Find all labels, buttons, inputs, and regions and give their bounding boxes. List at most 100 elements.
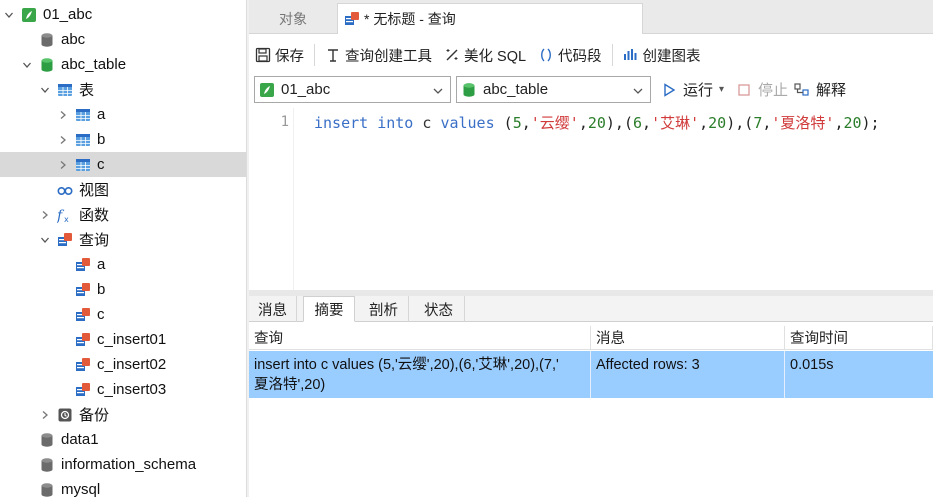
column-header-query-label: 查询 — [254, 331, 283, 347]
tab-objects[interactable]: 对象 — [249, 3, 337, 34]
message-cell-text: Affected rows: 3 — [596, 357, 700, 373]
chevron-down-icon[interactable] — [39, 234, 51, 246]
sidebar-item-mysql[interactable]: mysql — [0, 477, 246, 497]
sidebar-item-01_abc[interactable]: 01_abc — [0, 2, 246, 27]
tables-folder-icon — [57, 82, 73, 98]
beautify-sql-button[interactable]: 美化 SQL — [438, 42, 532, 68]
chevron-right-icon[interactable] — [57, 134, 69, 146]
sidebar-item-abc_table[interactable]: abc_table — [0, 52, 246, 77]
chevron-right-icon[interactable] — [39, 409, 51, 421]
selector-bar: 01_abc abc_table 运行 ▾ 停止 解释 — [249, 76, 933, 104]
sidebar-item-c[interactable]: c — [0, 152, 246, 177]
sql-token-id: c — [413, 114, 441, 132]
sidebar-item-label: mysql — [61, 481, 101, 497]
stop-button[interactable]: 停止 — [736, 76, 788, 103]
run-dropdown-icon[interactable]: ▾ — [719, 84, 724, 95]
database-gray-icon — [39, 32, 55, 48]
tab-summary[interactable]: 摘要 — [303, 296, 355, 322]
sidebar-item-data1[interactable]: data1 — [0, 427, 246, 452]
chevron-right-icon[interactable] — [57, 109, 69, 121]
sidebar-item-c_insert03[interactable]: c_insert03 — [0, 377, 246, 402]
chevron-down-icon[interactable] — [39, 84, 51, 96]
database-select[interactable]: abc_table — [456, 76, 651, 103]
sidebar-item-[interactable]: 查询 — [0, 227, 246, 252]
tab-status[interactable]: 状态 — [413, 296, 465, 322]
sidebar-item-label: a — [97, 106, 106, 123]
column-header-message[interactable]: 消息 — [591, 326, 785, 350]
sidebar-item-information_schema[interactable]: information_schema — [0, 452, 246, 477]
column-header-query[interactable]: 查询 — [249, 326, 591, 350]
sql-editor[interactable]: 1 insert into c values (5,'云缨',20),(6,'艾… — [249, 108, 933, 290]
tab-profile[interactable]: 剖析 — [359, 296, 409, 322]
sidebar-item-label: c_insert03 — [97, 381, 167, 398]
backup-icon — [57, 407, 73, 423]
sidebar-item-[interactable]: 备份 — [0, 402, 246, 427]
query-editor-panel: 对象 * 无标题 - 查询 保存 查询创建工具 美化 SQL 代码段 创建图表 … — [249, 0, 933, 497]
sql-code-line[interactable]: insert into c values (5,'云缨',20),(6,'艾琳'… — [314, 112, 880, 133]
stop-label: 停止 — [758, 82, 789, 99]
tab-objects-label: 对象 — [279, 10, 307, 27]
create-chart-button[interactable]: 创建图表 — [617, 42, 707, 68]
sidebar-item-c_insert01[interactable]: c_insert01 — [0, 327, 246, 352]
sidebar-item-abc[interactable]: abc — [0, 27, 246, 52]
sql-token-num: 20 — [587, 114, 606, 132]
sql-token-pn: ),( — [605, 114, 633, 132]
tab-bar: 对象 * 无标题 - 查询 — [249, 0, 933, 34]
sidebar-item-[interactable]: 视图 — [0, 177, 246, 202]
sidebar-item-label: 01_abc — [43, 6, 93, 23]
database-green-icon — [39, 57, 55, 73]
chevron-down-icon — [632, 84, 644, 96]
parentheses-icon — [538, 47, 554, 63]
explain-button[interactable]: 解释 — [794, 76, 846, 103]
query-icon — [75, 332, 91, 348]
line-number: 1 — [280, 114, 289, 130]
sql-token-num: 5 — [512, 114, 522, 132]
query-icon — [344, 11, 360, 27]
chevron-down-icon[interactable] — [21, 59, 33, 71]
sidebar-item-label: b — [97, 131, 106, 148]
run-button[interactable]: 运行 ▾ — [661, 76, 724, 103]
save-icon — [255, 47, 271, 63]
chevron-down-icon[interactable] — [3, 9, 15, 21]
sql-token-pn: ),( — [726, 114, 754, 132]
chevron-right-icon[interactable] — [57, 159, 69, 171]
database-value: abc_table — [483, 81, 549, 98]
column-header-time[interactable]: 查询时间 — [785, 326, 933, 350]
sql-token-num: 20 — [708, 114, 727, 132]
tab-messages[interactable]: 消息 — [249, 296, 297, 322]
sidebar-item-a[interactable]: a — [0, 252, 246, 277]
query-cell[interactable]: insert into c values (5,'云缨',20),(6,'艾琳'… — [249, 351, 591, 398]
connection-select[interactable]: 01_abc — [254, 76, 451, 103]
sidebar-item-[interactable]: f x 函数 — [0, 202, 246, 227]
query-icon — [75, 257, 91, 273]
query-builder-button[interactable]: 查询创建工具 — [319, 42, 438, 68]
sidebar-item-b[interactable]: b — [0, 277, 246, 302]
table-icon — [75, 132, 91, 148]
sidebar-item-label: abc_table — [61, 56, 127, 73]
sidebar-item-a[interactable]: a — [0, 102, 246, 127]
database-green-icon — [461, 82, 477, 98]
sidebar-item-c_insert02[interactable]: c_insert02 — [0, 352, 246, 377]
sidebar-item-[interactable]: 表 — [0, 77, 246, 102]
stop-icon — [736, 82, 752, 98]
save-button[interactable]: 保存 — [249, 42, 310, 68]
tab-query[interactable]: * 无标题 - 查询 — [337, 3, 643, 34]
chevron-right-icon[interactable] — [39, 209, 51, 221]
sidebar-item-b[interactable]: b — [0, 127, 246, 152]
connection-icon — [259, 82, 275, 98]
sidebar-item-label: 函数 — [79, 207, 110, 224]
message-cell[interactable]: Affected rows: 3 — [591, 351, 785, 398]
time-cell[interactable]: 0.015s — [785, 351, 933, 398]
sidebar-item-label: c_insert02 — [97, 356, 167, 373]
sidebar-item-c[interactable]: c — [0, 302, 246, 327]
code-snippet-button[interactable]: 代码段 — [532, 42, 608, 68]
sql-token-kw: insert — [314, 114, 369, 132]
sql-token-num: 6 — [633, 114, 643, 132]
